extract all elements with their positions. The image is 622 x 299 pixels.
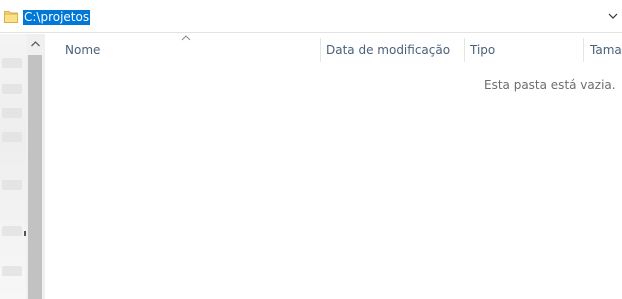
- column-header-tamanho[interactable]: Tamar: [590, 34, 622, 66]
- chevron-down-icon[interactable]: [607, 10, 619, 22]
- address-path[interactable]: C:\projetos: [23, 10, 91, 25]
- nav-item[interactable]: [2, 108, 22, 118]
- column-header-data-modificacao[interactable]: Data de modificação: [326, 34, 461, 66]
- address-bar[interactable]: C:\projetos: [0, 0, 622, 33]
- nav-item[interactable]: [2, 132, 22, 142]
- nav-item[interactable]: [2, 226, 22, 236]
- column-header-nome[interactable]: Nome: [65, 34, 315, 66]
- column-separator[interactable]: [583, 38, 584, 62]
- navigation-pane[interactable]: [0, 34, 27, 299]
- column-header-tipo[interactable]: Tipo: [470, 34, 580, 66]
- vertical-scrollbar[interactable]: [26, 34, 45, 299]
- nav-item[interactable]: [2, 84, 22, 94]
- scroll-up-arrow-icon[interactable]: [26, 34, 45, 54]
- nav-item[interactable]: [2, 180, 22, 190]
- file-list[interactable]: Nome Data de modificação Tipo Tamar Esta…: [45, 34, 622, 299]
- nav-item[interactable]: [2, 58, 22, 68]
- column-separator[interactable]: [464, 38, 465, 62]
- folder-icon: [4, 11, 18, 23]
- empty-folder-message: Esta pasta está vazia.: [484, 78, 616, 92]
- nav-item[interactable]: [2, 266, 22, 276]
- scrollbar-thumb[interactable]: [28, 55, 42, 299]
- column-separator[interactable]: [320, 38, 321, 62]
